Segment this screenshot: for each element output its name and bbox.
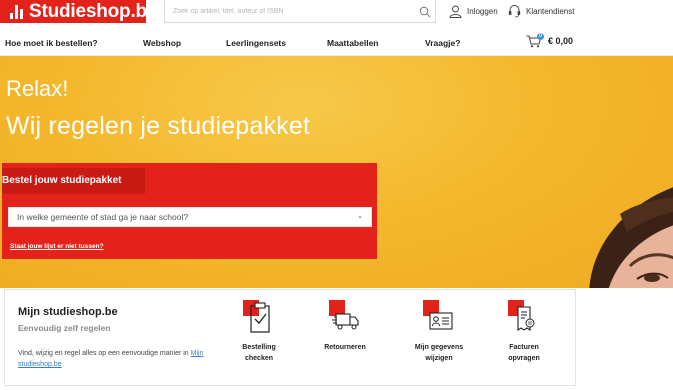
school-city-select[interactable]: In welke gemeente of stad ga je naar sch… xyxy=(8,207,372,227)
feature-label: Retourneren xyxy=(324,344,366,351)
search-input[interactable] xyxy=(165,0,405,22)
nav-item-webshop[interactable]: Webshop xyxy=(143,38,181,48)
feature-label: Mijn gegevens wijzigen xyxy=(414,344,464,362)
cart-amount: € 0,00 xyxy=(548,36,574,46)
my-studieshop-card: Mijn studieshop.be Eenvoudig zelf regele… xyxy=(4,289,576,386)
top-bar: Studieshop.be Inloggen Klantendienst xyxy=(0,0,673,31)
logo[interactable]: Studieshop.be xyxy=(0,0,157,23)
login-label: Inloggen xyxy=(467,6,498,16)
nav-item-student-sets[interactable]: Leerlingensets xyxy=(226,38,286,48)
invoice-icon xyxy=(508,300,540,336)
hero-banner: Relax! Wij regelen je studiepakket Beste… xyxy=(0,56,673,288)
nav-item-question[interactable]: Vraagje? xyxy=(425,38,460,48)
order-tab-label: Bestel jouw studiepakket xyxy=(2,168,145,194)
logo-text: Studieshop.be xyxy=(29,0,158,22)
feature-invoices[interactable]: Facturen opvragen xyxy=(494,300,554,364)
hero-title-line2: Wij regelen je studiepakket xyxy=(6,112,311,140)
nav-item-size-charts[interactable]: Maattabellen xyxy=(327,38,379,48)
order-panel: Bestel jouw studiepakket In welke gemeen… xyxy=(2,163,377,259)
feature-returns[interactable]: Retourneren xyxy=(315,300,375,353)
school-city-select-placeholder: In welke gemeente of stad ga je naar sch… xyxy=(17,212,189,222)
hero-person-image xyxy=(589,187,673,288)
card-description: Vind, wijzig en regel alles op een eenvo… xyxy=(18,350,189,357)
id-card-icon xyxy=(423,300,455,336)
login-link[interactable]: Inloggen xyxy=(449,1,498,21)
user-icon xyxy=(449,5,462,18)
headset-icon xyxy=(508,5,521,18)
side-spacer xyxy=(576,288,673,390)
chevron-down-icon: ⌄ xyxy=(357,213,363,220)
customer-service-label: Klantendienst xyxy=(526,6,575,16)
nav-item-how-to-order[interactable]: Hoe moet ik bestellen? xyxy=(5,38,98,48)
card-title: Mijn studieshop.be xyxy=(18,306,118,318)
logo-bars-icon xyxy=(10,4,23,19)
feature-label: Bestelling checken xyxy=(242,344,276,362)
hero-title-line1: Relax! xyxy=(6,76,69,101)
cart-button[interactable]: 0 € 0,00 xyxy=(526,33,574,48)
search-bar xyxy=(164,0,436,23)
clipboard-check-icon xyxy=(243,300,275,336)
cart-count-badge: 0 xyxy=(537,33,544,40)
list-not-found-link[interactable]: Staat jouw lijst er niet tussen? xyxy=(10,243,104,250)
card-text: Vind, wijzig en regel alles op een eenvo… xyxy=(18,348,218,370)
search-icon[interactable] xyxy=(419,6,431,18)
feature-check-order[interactable]: Bestelling checken xyxy=(229,300,289,364)
customer-service-link[interactable]: Klantendienst xyxy=(508,1,574,21)
truck-return-icon xyxy=(329,300,361,336)
card-subtitle: Eenvoudig zelf regelen xyxy=(18,323,111,333)
main-nav: Hoe moet ik bestellen? Webshop Leerlinge… xyxy=(0,31,673,56)
feature-label: Facturen opvragen xyxy=(508,344,540,362)
feature-edit-details[interactable]: Mijn gegevens wijzigen xyxy=(409,300,469,364)
